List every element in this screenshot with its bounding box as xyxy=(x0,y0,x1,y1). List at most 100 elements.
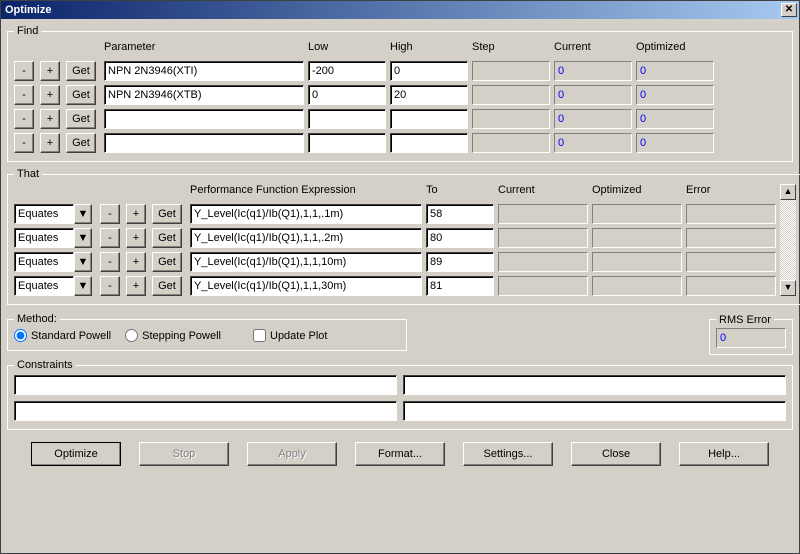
that-mode-input[interactable] xyxy=(14,204,74,224)
find-current-cell: 0 xyxy=(554,109,632,129)
find-plus-button[interactable]: + xyxy=(40,85,60,105)
find-current-cell: 0 xyxy=(554,133,632,153)
standard-powell-label: Standard Powell xyxy=(31,330,111,342)
that-get-button[interactable]: Get xyxy=(152,228,182,248)
find-low-input[interactable] xyxy=(308,109,386,129)
chevron-down-icon[interactable]: ▼ xyxy=(74,228,92,248)
optimize-button[interactable]: Optimize xyxy=(31,442,121,466)
close-button[interactable]: Close xyxy=(571,442,661,466)
that-current-cell xyxy=(498,276,588,296)
scroll-up-icon[interactable]: ▲ xyxy=(780,184,796,200)
that-mode-input[interactable] xyxy=(14,228,74,248)
find-minus-button[interactable]: - xyxy=(14,133,34,153)
stop-button[interactable]: Stop xyxy=(139,442,229,466)
help-button[interactable]: Help... xyxy=(679,442,769,466)
that-plus-button[interactable]: + xyxy=(126,204,146,224)
col-current: Current xyxy=(554,41,632,57)
find-parameter-input[interactable] xyxy=(104,61,304,81)
optimize-window: Optimize ✕ Find Parameter Low High Step … xyxy=(0,0,800,554)
col-optimized: Optimized xyxy=(592,184,682,200)
stepping-powell-radio[interactable]: Stepping Powell xyxy=(125,329,221,342)
chevron-down-icon[interactable]: ▼ xyxy=(74,276,92,296)
standard-powell-input[interactable] xyxy=(14,329,27,342)
window-title: Optimize xyxy=(5,4,51,16)
that-current-cell xyxy=(498,228,588,248)
that-to-input[interactable] xyxy=(426,228,494,248)
constraint-input-1[interactable] xyxy=(14,375,397,395)
find-get-button[interactable]: Get xyxy=(66,61,96,81)
that-to-input[interactable] xyxy=(426,204,494,224)
chevron-down-icon[interactable]: ▼ xyxy=(74,204,92,224)
find-parameter-input[interactable] xyxy=(104,133,304,153)
find-minus-button[interactable]: - xyxy=(14,109,34,129)
that-expr-input[interactable] xyxy=(190,252,422,272)
that-plus-button[interactable]: + xyxy=(126,228,146,248)
that-plus-button[interactable]: + xyxy=(126,252,146,272)
find-high-input[interactable] xyxy=(390,133,468,153)
that-to-input[interactable] xyxy=(426,252,494,272)
standard-powell-radio[interactable]: Standard Powell xyxy=(14,329,111,342)
that-get-button[interactable]: Get xyxy=(152,252,182,272)
that-optimized-cell xyxy=(592,276,682,296)
chevron-down-icon[interactable]: ▼ xyxy=(74,252,92,272)
that-minus-button[interactable]: - xyxy=(100,276,120,296)
that-minus-button[interactable]: - xyxy=(100,204,120,224)
that-expr-input[interactable] xyxy=(190,204,422,224)
that-mode-combo[interactable]: ▼ xyxy=(14,204,96,224)
find-get-button[interactable]: Get xyxy=(66,109,96,129)
that-expr-input[interactable] xyxy=(190,276,422,296)
that-legend: That xyxy=(14,168,42,180)
find-get-button[interactable]: Get xyxy=(66,133,96,153)
that-mode-input[interactable] xyxy=(14,252,74,272)
scroll-track[interactable] xyxy=(780,200,796,280)
update-plot-input[interactable] xyxy=(253,329,266,342)
that-mode-combo[interactable]: ▼ xyxy=(14,252,96,272)
that-minus-button[interactable]: - xyxy=(100,228,120,248)
update-plot-checkbox[interactable]: Update Plot xyxy=(253,329,327,342)
find-plus-button[interactable]: + xyxy=(40,133,60,153)
apply-button[interactable]: Apply xyxy=(247,442,337,466)
col-expr: Performance Function Expression xyxy=(190,184,422,200)
that-scrollbar[interactable]: ▲ ▼ xyxy=(780,184,796,296)
col-step: Step xyxy=(472,41,550,57)
find-low-input[interactable] xyxy=(308,85,386,105)
find-high-input[interactable] xyxy=(390,109,468,129)
find-plus-button[interactable]: + xyxy=(40,109,60,129)
that-to-input[interactable] xyxy=(426,276,494,296)
constraint-input-3[interactable] xyxy=(14,401,397,421)
format-button[interactable]: Format... xyxy=(355,442,445,466)
that-mode-input[interactable] xyxy=(14,276,74,296)
that-mode-combo[interactable]: ▼ xyxy=(14,228,96,248)
that-minus-button[interactable]: - xyxy=(100,252,120,272)
that-current-cell xyxy=(498,252,588,272)
find-optimized-cell: 0 xyxy=(636,133,714,153)
titlebar: Optimize ✕ xyxy=(1,1,799,19)
find-get-button[interactable]: Get xyxy=(66,85,96,105)
that-expr-input[interactable] xyxy=(190,228,422,248)
constraint-input-2[interactable] xyxy=(403,375,786,395)
method-group: Method: Standard Powell Stepping Powell … xyxy=(7,313,407,351)
close-icon[interactable]: ✕ xyxy=(781,3,797,17)
find-minus-button[interactable]: - xyxy=(14,85,34,105)
that-plus-button[interactable]: + xyxy=(126,276,146,296)
scroll-down-icon[interactable]: ▼ xyxy=(780,280,796,296)
find-low-input[interactable] xyxy=(308,133,386,153)
that-group: That Performance Function Expression To … xyxy=(7,168,800,305)
constraint-input-4[interactable] xyxy=(403,401,786,421)
settings-button[interactable]: Settings... xyxy=(463,442,553,466)
find-parameter-input[interactable] xyxy=(104,85,304,105)
that-mode-combo[interactable]: ▼ xyxy=(14,276,96,296)
find-high-input[interactable] xyxy=(390,61,468,81)
find-low-input[interactable] xyxy=(308,61,386,81)
find-minus-button[interactable]: - xyxy=(14,61,34,81)
find-high-input[interactable] xyxy=(390,85,468,105)
stepping-powell-input[interactable] xyxy=(125,329,138,342)
that-get-button[interactable]: Get xyxy=(152,276,182,296)
find-legend: Find xyxy=(14,25,41,37)
that-get-button[interactable]: Get xyxy=(152,204,182,224)
find-plus-button[interactable]: + xyxy=(40,61,60,81)
find-parameter-input[interactable] xyxy=(104,109,304,129)
find-group: Find Parameter Low High Step Current Opt… xyxy=(7,25,793,162)
that-optimized-cell xyxy=(592,228,682,248)
col-low: Low xyxy=(308,41,386,57)
